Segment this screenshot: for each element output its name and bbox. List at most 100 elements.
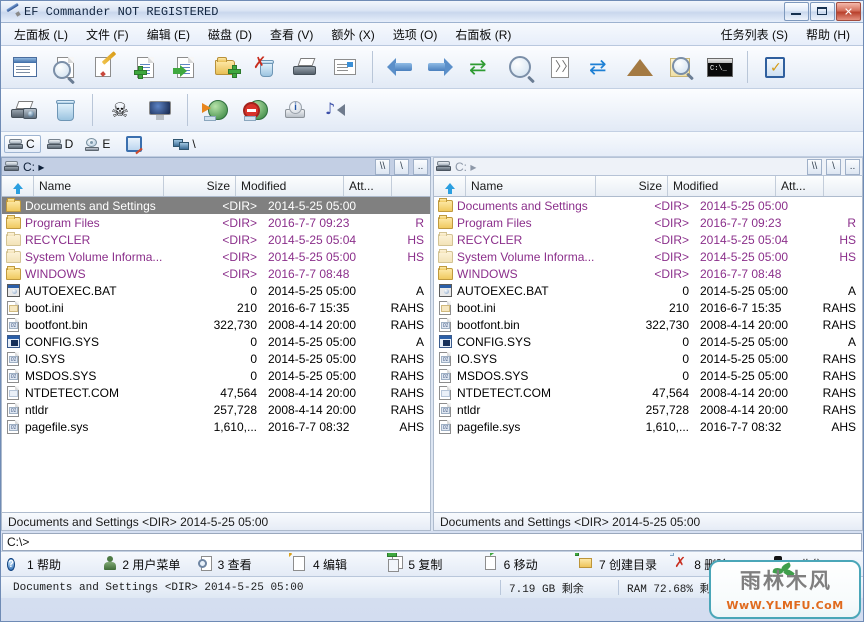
file-row[interactable]: 01IO.SYS02014-5-25 05:00RAHS xyxy=(2,350,430,367)
left-root-unc-button[interactable]: \\ xyxy=(375,159,390,175)
file-row[interactable]: 01pagefile.sys1,610,...2016-7-7 08:32AHS xyxy=(2,418,430,435)
command-prompt-icon[interactable]: C:\_ xyxy=(701,48,739,86)
menu-task-list[interactable]: 任务列表 (S) xyxy=(712,24,797,45)
close-button[interactable]: ✕ xyxy=(836,2,861,21)
right-sort-up-header[interactable] xyxy=(434,176,466,196)
new-folder-icon[interactable] xyxy=(206,48,244,86)
screenshot-printer-icon[interactable] xyxy=(6,91,44,129)
drive-button-d[interactable]: D xyxy=(43,135,80,153)
checklist-icon[interactable]: ✓ xyxy=(756,48,794,86)
file-row[interactable]: System Volume Informa...<DIR>2014-5-25 0… xyxy=(434,248,862,265)
file-row[interactable]: System Volume Informa...<DIR>2014-5-25 0… xyxy=(2,248,430,265)
left-header-modified[interactable]: Modified xyxy=(236,176,344,196)
left-file-list[interactable]: Documents and Settings<DIR>2014-5-25 05:… xyxy=(1,197,431,513)
recycle-bin-icon[interactable] xyxy=(46,91,84,129)
file-row[interactable]: boot.ini2102016-6-7 15:35RAHS xyxy=(2,299,430,316)
function-key-f5[interactable]: 5 复制 xyxy=(384,553,479,575)
briefcase-window-icon[interactable] xyxy=(6,48,44,86)
right-header-attributes[interactable]: Att... xyxy=(776,176,824,196)
menu-view[interactable]: 查看 (V) xyxy=(261,24,322,45)
screensaver-monitor-icon[interactable] xyxy=(141,91,179,129)
file-row[interactable]: RECYCLER<DIR>2014-5-25 05:04HS xyxy=(434,231,862,248)
drive-button-c[interactable]: C xyxy=(4,135,41,153)
search-file-icon[interactable] xyxy=(46,48,84,86)
ftp-connect-icon[interactable] xyxy=(196,91,234,129)
find-icon[interactable] xyxy=(501,48,539,86)
drive-button-e[interactable]: E xyxy=(81,135,116,153)
file-row[interactable]: NTDETECT.COM47,5642008-4-14 20:00RAHS xyxy=(2,384,430,401)
drive-info-icon[interactable]: i xyxy=(276,91,314,129)
left-header-name[interactable]: Name xyxy=(34,176,164,196)
menu-edit[interactable]: 编辑 (E) xyxy=(138,24,199,45)
right-path-bar[interactable]: C: ▸ \\ \ .. xyxy=(433,157,863,176)
command-line-input[interactable]: C:\> xyxy=(2,533,862,551)
skull-virus-icon[interactable]: ☠ xyxy=(101,91,139,129)
file-row[interactable]: Program Files<DIR>2016-7-7 09:23R xyxy=(434,214,862,231)
menu-help[interactable]: 帮助 (H) xyxy=(797,24,859,45)
refresh-green-icon[interactable]: ⇄ xyxy=(461,48,499,86)
file-row[interactable]: 01ntldr257,7282008-4-14 20:00RAHS xyxy=(2,401,430,418)
compare-files-icon[interactable]: 〉〉 xyxy=(541,48,579,86)
file-row[interactable]: 01MSDOS.SYS02014-5-25 05:00RAHS xyxy=(2,367,430,384)
file-row[interactable]: WINDOWS<DIR>2016-7-7 08:48 xyxy=(434,265,862,282)
file-row[interactable]: boot.ini2102016-6-7 15:35RAHS xyxy=(434,299,862,316)
menu-left-panel[interactable]: 左面板 (L) xyxy=(5,24,77,45)
file-row[interactable]: 01pagefile.sys1,610,...2016-7-7 08:32AHS xyxy=(434,418,862,435)
file-row[interactable]: 01ntldr257,7282008-4-14 20:00RAHS xyxy=(434,401,862,418)
function-key-f7[interactable]: 7 创建目录 xyxy=(575,553,670,575)
left-up-button[interactable]: .. xyxy=(413,159,428,175)
path-dropdown-arrow-icon[interactable]: ▸ xyxy=(470,160,476,174)
mail-icon[interactable] xyxy=(326,48,364,86)
left-header-size[interactable]: Size xyxy=(164,176,236,196)
quick-search-icon[interactable] xyxy=(661,48,699,86)
edit-pencil-icon[interactable] xyxy=(86,48,124,86)
menu-options[interactable]: 选项 (O) xyxy=(384,24,447,45)
right-header-name[interactable]: Name xyxy=(466,176,596,196)
file-row[interactable]: 01bootfont.bin322,7302008-4-14 20:00RAHS xyxy=(2,316,430,333)
file-row[interactable]: Documents and Settings<DIR>2014-5-25 05:… xyxy=(434,197,862,214)
print-icon[interactable] xyxy=(286,48,324,86)
pyramid-icon[interactable] xyxy=(621,48,659,86)
file-row[interactable]: NTDETECT.COM47,5642008-4-14 20:00RAHS xyxy=(434,384,862,401)
left-path-bar[interactable]: C: ▸ \\ \ .. xyxy=(1,157,431,176)
file-row[interactable]: 01MSDOS.SYS02014-5-25 05:00RAHS xyxy=(434,367,862,384)
file-row[interactable]: AUTOEXEC.BAT02014-5-25 05:00A xyxy=(2,282,430,299)
function-key-f2[interactable]: 2 用户菜单 xyxy=(98,553,193,575)
file-row[interactable]: RECYCLER<DIR>2014-5-25 05:04HS xyxy=(2,231,430,248)
right-header-size[interactable]: Size xyxy=(596,176,668,196)
right-root-button[interactable]: \ xyxy=(826,159,841,175)
left-header-attributes[interactable]: Att... xyxy=(344,176,392,196)
back-arrow-icon[interactable] xyxy=(381,48,419,86)
sound-icon[interactable]: ♪ xyxy=(316,91,354,129)
function-key-f4[interactable]: 4 编辑 xyxy=(289,553,384,575)
file-row[interactable]: 01IO.SYS02014-5-25 05:00RAHS xyxy=(434,350,862,367)
drive-button-shortcut[interactable] xyxy=(122,135,151,153)
right-up-button[interactable]: .. xyxy=(845,159,860,175)
function-key-f3[interactable]: 3 查看 xyxy=(194,553,289,575)
forward-arrow-icon[interactable] xyxy=(421,48,459,86)
function-key-f6[interactable]: 6 移动 xyxy=(480,553,575,575)
left-sort-up-header[interactable] xyxy=(2,176,34,196)
menu-extra[interactable]: 额外 (X) xyxy=(322,24,383,45)
new-document-icon[interactable] xyxy=(126,48,164,86)
menu-right-panel[interactable]: 右面板 (R) xyxy=(446,24,520,45)
copy-document-icon[interactable] xyxy=(166,48,204,86)
right-file-list[interactable]: Documents and Settings<DIR>2014-5-25 05:… xyxy=(433,197,863,513)
left-root-button[interactable]: \ xyxy=(394,159,409,175)
file-row[interactable]: 01bootfont.bin322,7302008-4-14 20:00RAHS xyxy=(434,316,862,333)
right-root-unc-button[interactable]: \\ xyxy=(807,159,822,175)
file-row[interactable]: CONFIG.SYS02014-5-25 05:00A xyxy=(2,333,430,350)
maximize-button[interactable] xyxy=(810,2,835,21)
menu-disk[interactable]: 磁盘 (D) xyxy=(199,24,261,45)
right-header-modified[interactable]: Modified xyxy=(668,176,776,196)
delete-trash-icon[interactable]: ✗ xyxy=(246,48,284,86)
path-dropdown-arrow-icon[interactable]: ▸ xyxy=(38,160,44,174)
file-row[interactable]: AUTOEXEC.BAT02014-5-25 05:00A xyxy=(434,282,862,299)
file-row[interactable]: Program Files<DIR>2016-7-7 09:23R xyxy=(2,214,430,231)
drive-button-network[interactable]: \ xyxy=(169,135,201,153)
file-row[interactable]: CONFIG.SYS02014-5-25 05:00A xyxy=(434,333,862,350)
file-row[interactable]: Documents and Settings<DIR>2014-5-25 05:… xyxy=(2,197,430,214)
minimize-button[interactable] xyxy=(784,2,809,21)
sync-blue-icon[interactable]: ⇄ xyxy=(581,48,619,86)
file-row[interactable]: WINDOWS<DIR>2016-7-7 08:48 xyxy=(2,265,430,282)
